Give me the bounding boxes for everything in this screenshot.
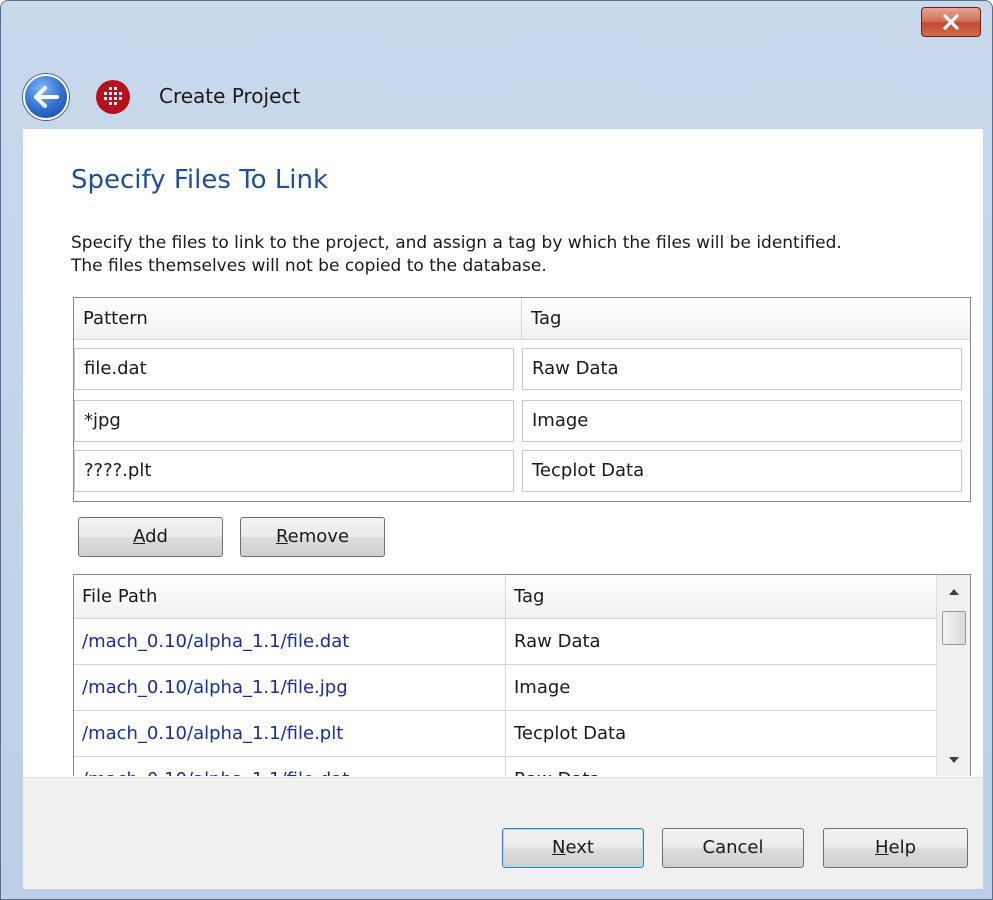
back-button[interactable] — [23, 74, 69, 120]
file-path-column-header[interactable]: File Path — [74, 575, 506, 619]
create-project-window: Create Project Specify Files To Link Spe… — [0, 0, 993, 900]
file-tag-cell: Image — [514, 677, 571, 698]
pattern-table-header: Pattern Tag — [74, 298, 970, 340]
next-mnemonic: N — [552, 837, 566, 858]
add-label: dd — [145, 526, 168, 547]
tag-input[interactable]: Raw Data — [522, 348, 962, 390]
file-table-header: File Path Tag — [74, 575, 936, 619]
next-button[interactable]: Next — [502, 828, 644, 868]
close-icon — [943, 14, 959, 30]
close-button[interactable] — [921, 7, 981, 37]
cancel-button[interactable]: Cancel — [662, 828, 804, 868]
tag-column-header[interactable]: Tag — [522, 298, 970, 340]
description-line-2: The files themselves will not be copied … — [71, 256, 547, 276]
tag-input[interactable]: Tecplot Data — [522, 450, 962, 492]
wizard-footer: Next Cancel Help — [23, 777, 983, 889]
scroll-up-icon — [949, 589, 959, 595]
add-mnemonic: A — [133, 526, 146, 547]
back-arrow-icon — [34, 86, 59, 108]
scroll-down-icon — [949, 757, 959, 763]
file-path-cell: /mach_0.10/alpha_1.1/file.dat — [74, 757, 506, 776]
scroll-down-button[interactable] — [937, 743, 970, 776]
file-tag-column-header[interactable]: Tag — [506, 575, 936, 619]
scroll-thumb[interactable] — [942, 611, 966, 645]
table-row[interactable]: /mach_0.10/alpha_1.1/file.dat Raw Data — [74, 757, 936, 776]
file-table: File Path Tag /mach_0.10/alpha_1.1/file.… — [73, 574, 971, 776]
next-label: ext — [565, 837, 594, 858]
app-logo-icon — [96, 80, 130, 114]
table-row[interactable]: /mach_0.10/alpha_1.1/file.plt Tecplot Da… — [74, 711, 936, 757]
table-row[interactable]: /mach_0.10/alpha_1.1/file.jpg Image — [74, 665, 936, 711]
file-path-cell: /mach_0.10/alpha_1.1/file.plt — [74, 711, 506, 757]
file-tag-cell: Raw Data — [514, 631, 601, 652]
wizard-header: Create Project — [1, 56, 993, 136]
help-label: elp — [888, 837, 917, 858]
description-line-1: Specify the files to link to the project… — [71, 233, 842, 253]
remove-mnemonic: R — [275, 526, 288, 547]
window-title: Create Project — [159, 84, 301, 108]
help-button[interactable]: Help — [823, 828, 968, 868]
pattern-input[interactable]: ????.plt — [74, 450, 514, 492]
file-path-cell: /mach_0.10/alpha_1.1/file.jpg — [74, 665, 506, 711]
pattern-column-header[interactable]: Pattern — [74, 298, 522, 340]
pattern-input[interactable]: *jpg — [74, 400, 514, 442]
remove-button[interactable]: Remove — [240, 517, 385, 557]
page-description: Specify the files to link to the project… — [71, 232, 971, 278]
tag-input[interactable]: Image — [522, 400, 962, 442]
add-button[interactable]: Add — [78, 517, 223, 557]
remove-label: emove — [287, 526, 350, 547]
file-tag-cell: Tecplot Data — [514, 723, 627, 744]
pattern-input[interactable]: file.dat — [74, 348, 514, 390]
table-row[interactable]: /mach_0.10/alpha_1.1/file.dat Raw Data — [74, 619, 936, 665]
file-tag-cell: Raw Data — [506, 757, 936, 776]
page-title: Specify Files To Link — [71, 165, 329, 195]
file-table-scrollbar[interactable] — [936, 575, 970, 776]
pattern-table: Pattern Tag file.dat Raw Data *jpg Image… — [73, 297, 971, 502]
help-mnemonic: H — [874, 837, 889, 858]
wizard-content: Specify Files To Link Specify the files … — [23, 129, 983, 777]
scroll-up-button[interactable] — [937, 575, 970, 609]
file-path-cell: /mach_0.10/alpha_1.1/file.dat — [74, 619, 506, 665]
